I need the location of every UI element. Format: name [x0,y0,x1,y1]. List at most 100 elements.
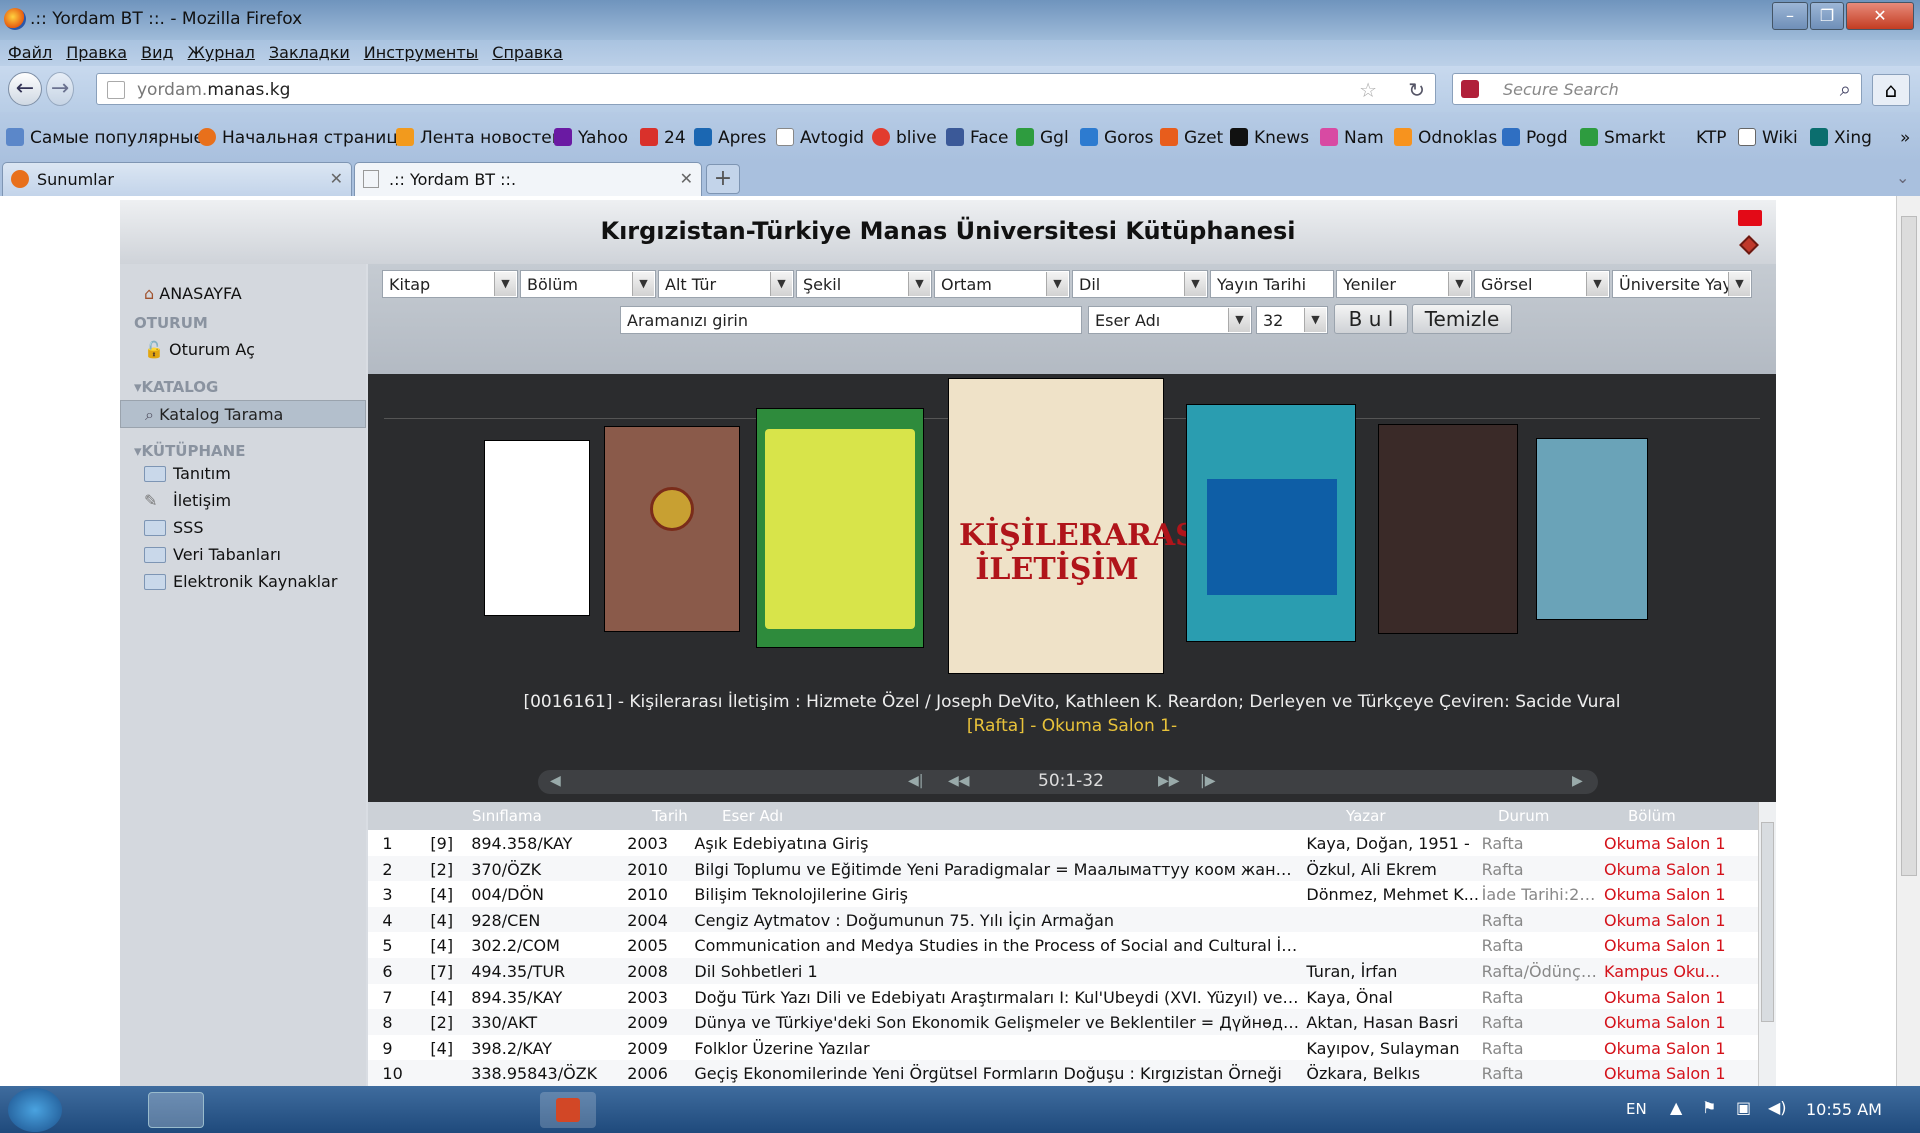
clear-button[interactable]: Temizle [1412,304,1512,334]
search-engine-icon[interactable] [1461,80,1479,98]
tray-arrow-icon[interactable]: ▲ [1670,1098,1682,1117]
search-icon[interactable]: ⌕ [1840,77,1851,101]
row-title[interactable]: Folklor Üzerine Yazılar [694,1039,1299,1058]
book-cover-5[interactable] [1186,404,1356,642]
firefox-taskbar-icon[interactable] [148,1092,204,1128]
bookmark-avtogid[interactable]: Avtogid [776,128,864,148]
start-button[interactable] [8,1088,62,1132]
reload-icon[interactable]: ↻ [1408,78,1425,102]
volume-icon[interactable]: ◀) [1768,1098,1787,1117]
bookmark-nam[interactable]: Nam [1320,128,1384,148]
flag-tray-icon[interactable]: ⚑ [1702,1098,1716,1117]
minimize-button[interactable]: – [1772,2,1808,30]
powerpoint-icon[interactable] [540,1092,596,1128]
search-box[interactable]: Secure Search ⌕ [1452,73,1862,105]
menu-view[interactable]: Вид [141,40,173,66]
table-row[interactable]: 5 [4] 302.2/COM 2005 Communication and Medya… [368,932,1758,960]
sidebar-item-sss[interactable]: SSS [144,518,203,537]
select-kitap[interactable]: Kitap ▼ [382,270,518,298]
menu-edit[interactable]: Правка [66,40,127,66]
header-tarih[interactable]: Tarih [652,807,688,825]
new-tab-button[interactable]: + [706,164,740,194]
bookmark-face[interactable]: Face [946,128,1008,148]
users-icon[interactable] [412,1092,468,1128]
tab-sunumlar[interactable]: Sunumlar ✕ [2,162,352,196]
bookmark-apres[interactable]: Apres [694,128,766,148]
book-cover-3[interactable] [756,408,924,648]
book-cover-7[interactable] [1536,438,1648,620]
find-button[interactable]: B u l [1334,304,1408,334]
row-title[interactable]: Geçiş Ekonomilerinde Yeni Örgütsel Forml… [694,1064,1299,1083]
table-row[interactable]: 9 [4] 398.2/KAY 2009 Folklor Üzerine Yazılar… [368,1034,1758,1062]
sidebar-item-catalog-search[interactable]: ⌕ Katalog Tarama [120,400,366,428]
address-bar[interactable]: yordam.manas.kg ☆ ↻ [96,73,1436,105]
menu-file[interactable]: Файл [8,40,52,66]
bookmark-yahoo[interactable]: Yahoo [554,128,628,148]
bookmark-knews[interactable]: Knews [1230,128,1309,148]
select-universite-yayinlari[interactable]: Üniversite Yayınları▼ [1612,270,1752,298]
header-durum[interactable]: Durum [1498,807,1549,825]
close-tab-icon[interactable]: ✕ [330,169,343,188]
bookmark-pogd[interactable]: Pogd [1502,128,1568,148]
close-window-button[interactable]: ✕ [1846,2,1914,30]
home-icon[interactable]: ⌂ [1872,74,1910,106]
bookmark-wiki[interactable]: Wiki [1738,128,1798,148]
select-count[interactable]: 32 ▼ [1256,306,1328,334]
menu-help[interactable]: Справка [492,40,563,66]
bookmark-ktp[interactable]: KTP [1696,128,1726,148]
bookmark-news-feed[interactable]: Лента новостей [396,128,563,148]
bookmark-smarkt[interactable]: Smarkt [1580,128,1665,148]
explorer-icon[interactable] [280,1092,336,1128]
language-indicator[interactable]: EN [1626,1100,1647,1118]
pager-last-icon[interactable]: |▶ [1200,773,1215,789]
table-row[interactable]: 7 [4] 894.35/KAY 2003 Doğu Türk Yazı Dili ve… [368,983,1758,1011]
bookmark-start-page[interactable]: Начальная страница [198,128,408,148]
scroll-thumb[interactable] [1761,822,1774,1022]
search-input[interactable]: Aramanızı girin [620,306,1082,334]
book-cover-featured[interactable]: KİŞİLERARASI İLETİŞİM [948,378,1211,674]
row-title[interactable]: Communication and Medya Studies in the P… [694,936,1299,955]
tab-list-icon[interactable]: ⌄ [1896,168,1909,187]
select-bolum[interactable]: Bölüm ▼ [520,270,656,298]
bookmark-most-visited[interactable]: Самые популярные [6,128,204,148]
select-gorsel[interactable]: Görsel ▼ [1474,270,1610,298]
bookmark-gzet[interactable]: Gzet [1160,128,1223,148]
book-cover-6[interactable] [1378,424,1518,634]
bookmark-goros[interactable]: Goros [1080,128,1153,148]
pager-first-icon[interactable]: ◀| [908,773,923,789]
select-yeniler[interactable]: Yeniler ▼ [1336,270,1472,298]
row-title[interactable]: Bilgi Toplumu ve Eğitimde Yeni Paradigma… [694,860,1299,879]
row-title[interactable]: Aşık Edebiyatına Giriş [694,834,1299,853]
table-scrollbar[interactable] [1758,802,1776,1086]
pager-next-icon[interactable]: ▶ [1572,773,1583,789]
menu-tools[interactable]: Инструменты [364,40,479,66]
menu-history[interactable]: Журнал [188,40,255,66]
sidebar-item-home[interactable]: ⌂ ANASAYFA [144,284,242,303]
row-title[interactable]: Cengiz Aytmatov : Doğumunun 75. Yılı İçi… [694,911,1299,930]
row-title[interactable]: Doğu Türk Yazı Dili ve Edebiyatı Araştır… [694,988,1299,1007]
forward-button[interactable]: → [46,72,74,106]
pager-forward-icon[interactable]: ▶▶ [1158,773,1180,789]
header-siniflama[interactable]: Sınıflama [472,807,542,825]
header-bolum[interactable]: Bölüm [1628,807,1676,825]
notepad-icon[interactable] [214,1092,270,1128]
sidebar-item-login[interactable]: 🔓 Oturum Aç [144,340,255,359]
tab-yordam[interactable]: .:: Yordam BT ::. ✕ [354,162,702,196]
back-button[interactable]: ← [8,72,42,106]
clock[interactable]: 10:55 AM [1806,1100,1882,1119]
bookmark-odnoklas[interactable]: Odnoklas [1394,128,1497,148]
pager-rewind-icon[interactable]: ◀◀ [948,773,970,789]
row-title[interactable]: Dil Sohbetleri 1 [694,962,1299,981]
section-kutuphane[interactable]: ▾KÜTÜPHANE [134,442,245,460]
ie-icon[interactable] [86,1092,142,1128]
star-icon[interactable]: ☆ [1359,78,1377,102]
bookmarks-overflow-icon[interactable]: » [1900,128,1910,148]
table-row[interactable]: 3 [4] 004/DÖN 2010 Bilişim Teknolojilerine G… [368,881,1758,909]
table-row[interactable]: 4 [4] 928/CEN 2004 Cengiz Aytmatov : Doğumun… [368,906,1758,934]
pager-prev-icon[interactable]: ◀ [550,773,561,789]
menu-bookmarks[interactable]: Закладки [269,40,350,66]
network-icon[interactable]: ▣ [1736,1098,1751,1117]
page-scroll-thumb[interactable] [1901,216,1917,876]
maximize-button[interactable]: ❐ [1810,2,1844,30]
sidebar-item-iletisim[interactable]: ✎ İletişim [144,491,231,510]
